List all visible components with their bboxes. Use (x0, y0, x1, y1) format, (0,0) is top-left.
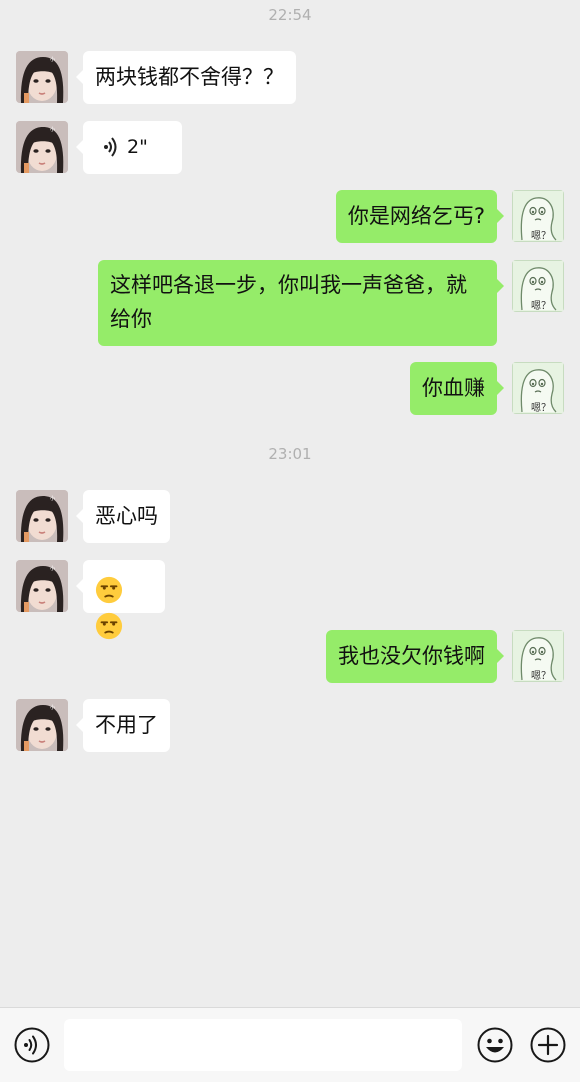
timestamp: 23:01 (268, 445, 312, 463)
timestamp: 22:54 (268, 6, 312, 24)
voice-mode-icon[interactable] (14, 1027, 50, 1067)
message-bubble[interactable]: 我也没欠你钱啊 (326, 630, 504, 683)
self-avatar-caption: 嗯？ (531, 301, 551, 312)
message-bubble[interactable]: 你是网络乞丐? (335, 190, 505, 243)
message-bubble[interactable]: 这样吧各退一步，你叫我一声爸爸，就给你 (98, 260, 504, 346)
voice-message-bubble[interactable]: 2" (76, 121, 182, 174)
self-avatar[interactable]: 嗯？ (512, 190, 564, 242)
message-bubble[interactable]: 不用了 (76, 699, 170, 752)
message-bubble[interactable]: 恶心吗 (76, 490, 170, 543)
voice-wave-icon (104, 137, 117, 157)
message-bubble[interactable]: 你血赚 (410, 362, 504, 415)
unamused-face-icon (95, 576, 123, 604)
self-avatar[interactable]: 嗯？ (512, 362, 564, 414)
contact-avatar[interactable] (16, 121, 68, 173)
input-bar (0, 1007, 580, 1082)
contact-avatar[interactable] (16, 699, 68, 751)
self-avatar-caption: 嗯？ (531, 403, 551, 414)
unamused-face-icon (95, 612, 123, 640)
self-avatar-caption: 嗯？ (531, 671, 551, 682)
smiley-icon[interactable] (477, 1027, 513, 1067)
contact-avatar[interactable] (16, 560, 68, 612)
contact-avatar[interactable] (16, 490, 68, 542)
self-avatar-caption: 嗯？ (531, 231, 551, 242)
message-bubble[interactable]: 两块钱都不舍得？？ (76, 51, 296, 104)
contact-avatar[interactable] (16, 51, 68, 103)
voice-duration: 2" (127, 136, 148, 158)
self-avatar[interactable]: 嗯？ (512, 260, 564, 312)
emoji-message-bubble[interactable] (76, 560, 165, 613)
self-avatar[interactable]: 嗯？ (512, 630, 564, 682)
plus-icon[interactable] (530, 1027, 566, 1067)
message-input[interactable] (64, 1019, 462, 1071)
